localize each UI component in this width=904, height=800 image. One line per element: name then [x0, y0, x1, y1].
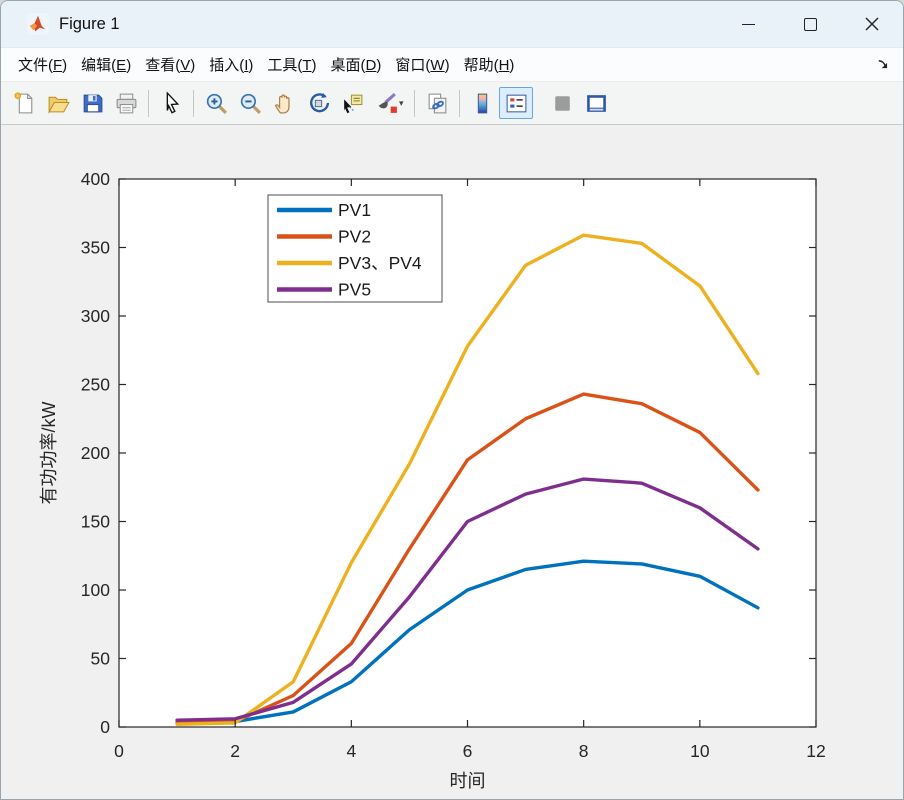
- figure-canvas: 0 2 4 6 8 10 12 0 50 100 150 200 250 300 350 400 时间 有功功率/…: [1, 125, 903, 799]
- zoom-out-icon: [240, 93, 261, 114]
- figure-window: Figure 1 文件(F) 编辑(E) 查看(V) 插入(I) 工具(T) 桌…: [0, 0, 904, 800]
- rotate-3d-button[interactable]: [301, 87, 335, 119]
- zoom-in-icon: [206, 93, 227, 114]
- plot-area[interactable]: [119, 179, 816, 727]
- y-tick-label: 0: [100, 717, 110, 737]
- save-figure-button[interactable]: [75, 87, 109, 119]
- y-tick-label: 150: [81, 512, 110, 532]
- window-title: Figure 1: [59, 14, 120, 33]
- y-tick-label: 50: [91, 649, 111, 669]
- insert-legend-button[interactable]: [499, 87, 533, 119]
- x-axis-label: 时间: [450, 771, 486, 791]
- edit-cursor-button[interactable]: [154, 87, 188, 119]
- minimize-button[interactable]: [717, 1, 779, 47]
- menu-insert[interactable]: 插入(I): [202, 51, 260, 78]
- new-figure-button[interactable]: [7, 87, 41, 119]
- brush-dropdown-icon[interactable]: ▾: [399, 98, 409, 109]
- y-tick-label: 100: [81, 580, 110, 600]
- hand-pan-icon: [274, 93, 290, 113]
- figure-toolbar: ▾: [1, 82, 903, 125]
- dock-figure-button[interactable]: [579, 87, 613, 119]
- dock-arrow-icon[interactable]: [876, 57, 891, 72]
- window-controls: [717, 1, 903, 47]
- legend-label: PV5: [338, 280, 371, 300]
- y-tick-label: 350: [81, 238, 110, 258]
- plot-tools-icon: [554, 95, 570, 111]
- toolbar-separator: [414, 89, 415, 117]
- menu-edit[interactable]: 编辑(E): [74, 51, 138, 78]
- link-plot-button[interactable]: [420, 87, 454, 119]
- maximize-button[interactable]: [779, 1, 841, 47]
- minimize-icon: [741, 23, 755, 25]
- close-button[interactable]: [841, 1, 903, 47]
- open-folder-icon: [47, 96, 70, 114]
- menu-tools[interactable]: 工具(T): [260, 51, 323, 78]
- colorbar-icon: [477, 93, 487, 113]
- x-tick-label: 12: [806, 741, 825, 761]
- new-document-icon: [14, 91, 32, 113]
- save-icon: [83, 94, 102, 112]
- legend-icon: [506, 94, 526, 112]
- brush-icon: [378, 92, 397, 113]
- y-tick-label: 300: [81, 306, 110, 326]
- data-cursor-button[interactable]: [335, 87, 369, 119]
- close-icon: [865, 17, 879, 31]
- matlab-icon: [27, 13, 49, 35]
- maximize-icon: [803, 17, 817, 31]
- brush-data-button[interactable]: [369, 87, 403, 119]
- x-tick-label: 8: [579, 741, 589, 761]
- y-tick-label: 250: [81, 375, 110, 395]
- zoom-in-button[interactable]: [199, 87, 233, 119]
- data-cursor-icon: [343, 94, 362, 113]
- insert-colorbar-button[interactable]: [465, 87, 499, 119]
- link-plot-icon: [428, 93, 446, 113]
- chart: 0 2 4 6 8 10 12 0 50 100 150 200 250 300 350 400 时间 有功功率/…: [39, 169, 826, 791]
- y-tick-label: 200: [81, 443, 110, 463]
- x-tick-label: 6: [463, 741, 473, 761]
- titlebar: Figure 1: [1, 1, 903, 48]
- legend-label: PV2: [338, 227, 371, 247]
- dock-figure-icon: [586, 94, 606, 112]
- menu-window[interactable]: 窗口(W): [388, 51, 456, 78]
- x-tick-label: 2: [230, 741, 240, 761]
- open-file-button[interactable]: [41, 87, 75, 119]
- toolbar-separator: [459, 89, 460, 117]
- menu-help[interactable]: 帮助(H): [457, 51, 522, 78]
- menu-view[interactable]: 查看(V): [138, 51, 202, 78]
- toolbar-separator: [193, 89, 194, 117]
- x-tick-label: 0: [114, 741, 124, 761]
- x-tick-label: 4: [346, 741, 356, 761]
- toolbar-separator: [148, 89, 149, 117]
- x-tick-label: 10: [690, 741, 710, 761]
- rotate-3d-icon: [309, 92, 329, 112]
- legend-label: PV1: [338, 200, 371, 220]
- zoom-out-button[interactable]: [233, 87, 267, 119]
- menu-file[interactable]: 文件(F): [11, 51, 74, 78]
- print-figure-button[interactable]: [109, 87, 143, 119]
- printer-icon: [116, 93, 136, 113]
- menubar: 文件(F) 编辑(E) 查看(V) 插入(I) 工具(T) 桌面(D) 窗口(W…: [1, 48, 903, 82]
- arrow-cursor-icon: [166, 90, 179, 114]
- y-axis-label: 有功功率/kW: [39, 401, 59, 504]
- plot-tools-disabled-button[interactable]: [545, 87, 579, 119]
- y-tick-label: 400: [81, 169, 110, 189]
- menu-desktop[interactable]: 桌面(D): [324, 51, 389, 78]
- legend-label: PV3、PV4: [338, 253, 422, 273]
- pan-button[interactable]: [267, 87, 301, 119]
